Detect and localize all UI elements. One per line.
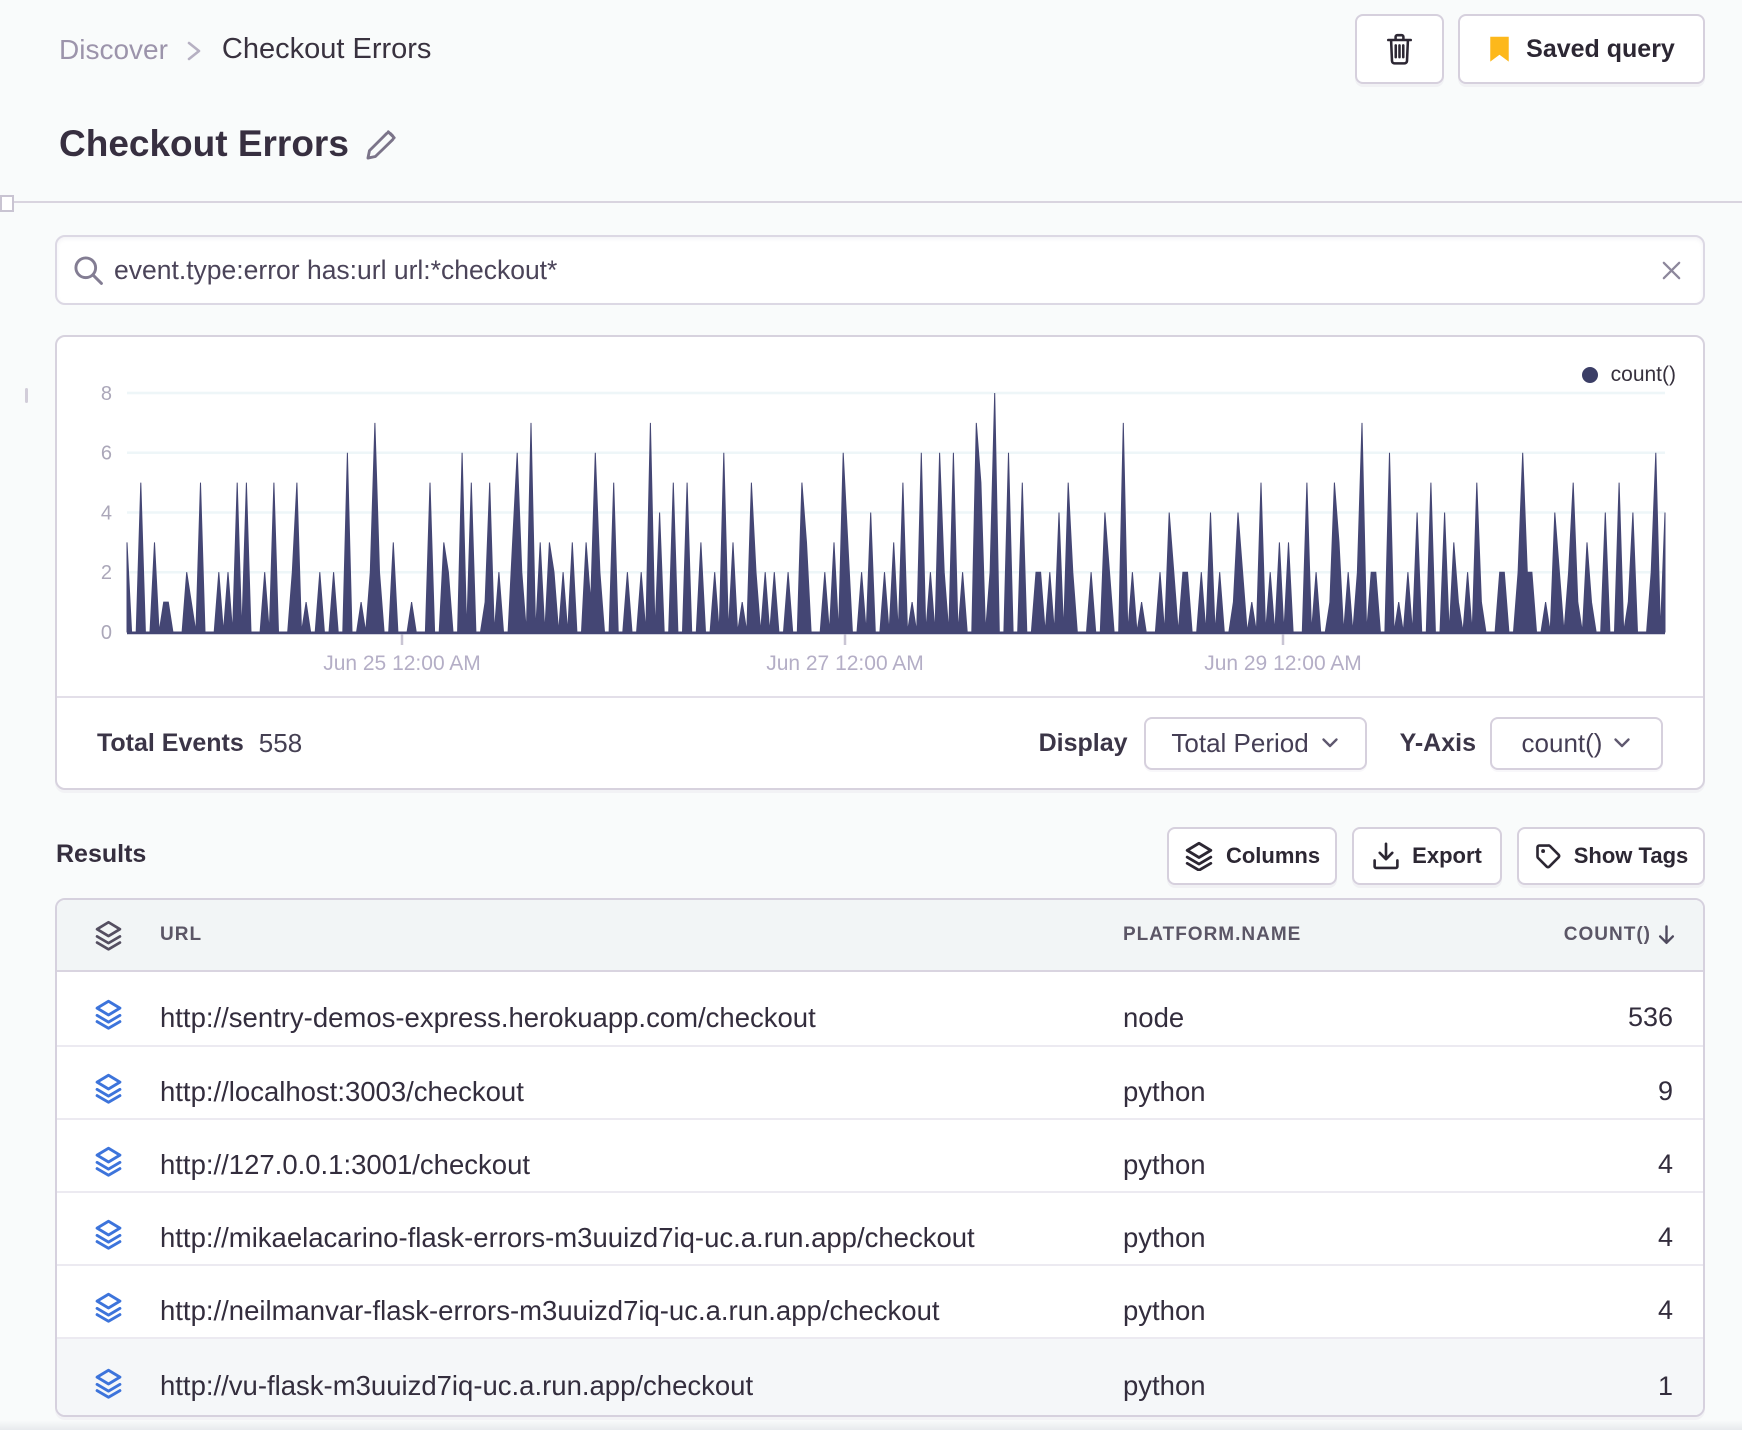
svg-text:8: 8 bbox=[101, 383, 112, 405]
svg-text:4: 4 bbox=[101, 503, 112, 525]
svg-text:6: 6 bbox=[101, 443, 112, 465]
svg-text:Jun 29 12:00 AM: Jun 29 12:00 AM bbox=[1204, 652, 1362, 675]
svg-text:Jun 27 12:00 AM: Jun 27 12:00 AM bbox=[766, 652, 924, 675]
svg-text:0: 0 bbox=[101, 622, 112, 644]
svg-text:Jun 25 12:00 AM: Jun 25 12:00 AM bbox=[323, 652, 481, 675]
svg-text:2: 2 bbox=[101, 562, 112, 584]
